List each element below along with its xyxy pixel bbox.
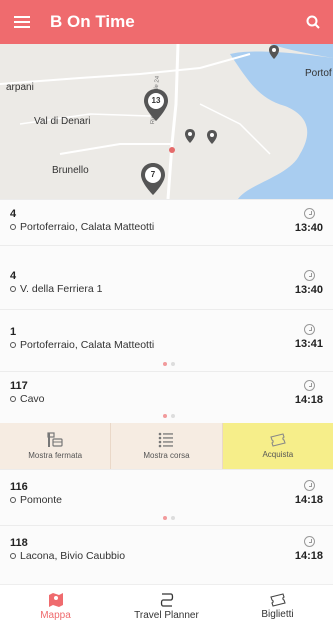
search-button[interactable] [299, 8, 327, 36]
app-bar: B On Time [0, 0, 333, 44]
show-stop-button[interactable]: Mostra fermata [0, 423, 112, 469]
map-icon [48, 593, 63, 607]
cluster-count: 7 [150, 170, 156, 179]
nav-tickets[interactable]: Biglietti [222, 585, 333, 628]
map-label-brunello: Brunello [52, 165, 89, 176]
show-ride-button[interactable]: Mostra corsa [111, 423, 223, 469]
stop-name: Pomonte [10, 494, 62, 506]
departure-row[interactable]: 4 V. della Ferriera 1 13:40 [0, 245, 333, 309]
row-actions-bar: Mostra fermata Mostra corsa Acquista [0, 423, 333, 469]
hamburger-menu-button[interactable] [0, 0, 44, 44]
line-number: 118 [10, 537, 28, 549]
departure-row[interactable]: 1 Portoferraio, Calata Matteotti 13:41 [0, 309, 333, 371]
stop-marker-icon [10, 497, 16, 503]
bus-stop-pin[interactable] [268, 44, 280, 65]
bottom-navigation: Mappa Travel Planner Biglietti [0, 584, 333, 628]
hamburger-menu-icon [14, 16, 30, 28]
stop-name: Cavo [10, 393, 45, 405]
list-icon [159, 432, 174, 448]
stop-name: Lacona, Bivio Caubbio [10, 550, 125, 562]
nav-map[interactable]: Mappa [0, 585, 111, 628]
page-indicator [163, 516, 175, 520]
show-stop-label: Mostra fermata [28, 451, 83, 460]
departure-time: 13:40 [294, 284, 323, 296]
line-number: 4 [10, 270, 17, 282]
map-cluster-7[interactable]: 7 [140, 162, 166, 196]
line-number: 116 [10, 481, 28, 493]
app-title: B On Time [50, 12, 135, 31]
map-label-val-di-denari: Val di Denari [34, 116, 91, 127]
ticket-icon [269, 593, 286, 607]
stop-marker-icon [10, 224, 16, 230]
stop-marker-icon [10, 396, 16, 402]
nav-travel-planner-label: Travel Planner [134, 610, 199, 621]
clock-icon [304, 270, 315, 281]
page-indicator [163, 414, 175, 418]
stop-name: Portoferraio, Calata Matteotti [10, 339, 154, 351]
bus-stop-pin[interactable] [184, 128, 196, 149]
bus-stop-icon [47, 432, 63, 447]
nav-map-label: Mappa [40, 610, 71, 621]
stop-marker-icon [10, 342, 16, 348]
map-label-portoferraio: Portof [305, 68, 332, 79]
departure-time: 14:18 [294, 494, 323, 506]
departure-row[interactable]: 4 Portoferraio, Calata Matteotti 13:40 [0, 199, 333, 245]
stop-marker-icon [10, 286, 16, 292]
buy-label: Acquista [262, 450, 294, 459]
cluster-count: 13 [151, 96, 161, 105]
clock-icon [304, 536, 315, 547]
map-label-arpani: arpani [6, 82, 34, 93]
departures-list[interactable]: 4 Portoferraio, Calata Matteotti 13:40 4… [0, 199, 333, 584]
map-view[interactable]: arpani Val di Denari Brunello Portof Rip… [0, 44, 333, 199]
departure-time: 14:18 [294, 550, 323, 562]
map-cluster-13[interactable]: 13 [143, 88, 169, 122]
departure-row[interactable]: 118 Lacona, Bivio Caubbio 14:18 [0, 525, 333, 584]
page-indicator [163, 362, 175, 366]
departure-time: 14:18 [294, 394, 323, 406]
line-number: 1 [10, 326, 17, 338]
bus-stop-pin[interactable] [206, 129, 218, 150]
clock-icon [304, 208, 315, 219]
show-ride-label: Mostra corsa [143, 451, 190, 460]
nav-travel-planner[interactable]: Travel Planner [111, 585, 222, 628]
buy-ticket-button[interactable]: Acquista [222, 423, 333, 469]
departure-time: 13:40 [294, 222, 323, 234]
clock-icon [304, 324, 315, 335]
ticket-icon [270, 433, 286, 447]
clock-icon [304, 480, 315, 491]
search-icon [306, 15, 320, 29]
nav-tickets-label: Biglietti [261, 609, 294, 620]
departure-row[interactable]: 116 Pomonte 14:18 [0, 469, 333, 525]
route-icon [160, 593, 173, 607]
departure-time: 13:41 [294, 338, 323, 350]
stop-marker-icon [10, 553, 16, 559]
line-number: 4 [10, 208, 17, 220]
line-number: 117 [10, 380, 28, 392]
stop-name: Portoferraio, Calata Matteotti [10, 221, 154, 233]
stop-name: V. della Ferriera 1 [10, 283, 103, 295]
clock-icon [304, 380, 315, 391]
departure-row[interactable]: 117 Cavo 14:18 [0, 371, 333, 423]
